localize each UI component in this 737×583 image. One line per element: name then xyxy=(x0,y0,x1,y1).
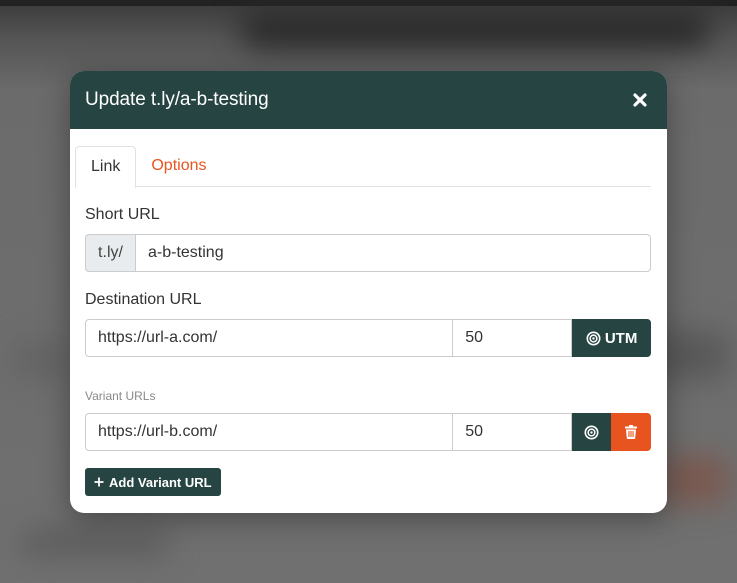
trash-icon xyxy=(625,425,638,439)
variant-weight-input[interactable] xyxy=(453,413,573,451)
close-icon xyxy=(633,93,647,107)
modal-header: Update t.ly/a-b-testing xyxy=(70,71,667,129)
modal-body: Link Options Short URL t.ly/ Destination… xyxy=(70,129,667,496)
add-variant-button[interactable]: Add Variant URL xyxy=(85,468,221,496)
short-url-prefix: t.ly/ xyxy=(85,234,135,272)
utm-button[interactable]: UTM xyxy=(572,319,651,357)
variant-utm-button[interactable] xyxy=(572,413,612,451)
destination-url-input[interactable] xyxy=(85,319,454,357)
tab-bar: Link Options xyxy=(75,146,651,188)
close-button[interactable] xyxy=(629,89,651,111)
short-url-input[interactable] xyxy=(135,234,651,272)
tab-link[interactable]: Link xyxy=(75,146,137,188)
modal-title: Update t.ly/a-b-testing xyxy=(85,89,269,110)
variant-url-input[interactable] xyxy=(85,413,454,451)
update-link-modal: Update t.ly/a-b-testing Link Options Sho… xyxy=(70,71,667,513)
target-icon xyxy=(586,331,601,345)
short-url-group: t.ly/ xyxy=(85,234,651,272)
destination-weight-input[interactable] xyxy=(453,319,573,357)
destination-url-group: UTM xyxy=(85,319,651,357)
plus-icon xyxy=(94,477,104,487)
short-url-label: Short URL xyxy=(85,206,160,223)
utm-button-label: UTM xyxy=(604,329,638,347)
variant-urls-label: Variant URLs xyxy=(85,389,156,403)
destination-url-label: Destination URL xyxy=(85,291,202,308)
target-icon xyxy=(584,425,599,439)
add-variant-label: Add Variant URL xyxy=(109,474,212,490)
delete-variant-button[interactable] xyxy=(611,413,651,451)
variant-row xyxy=(85,413,651,451)
tab-options[interactable]: Options xyxy=(136,146,221,187)
